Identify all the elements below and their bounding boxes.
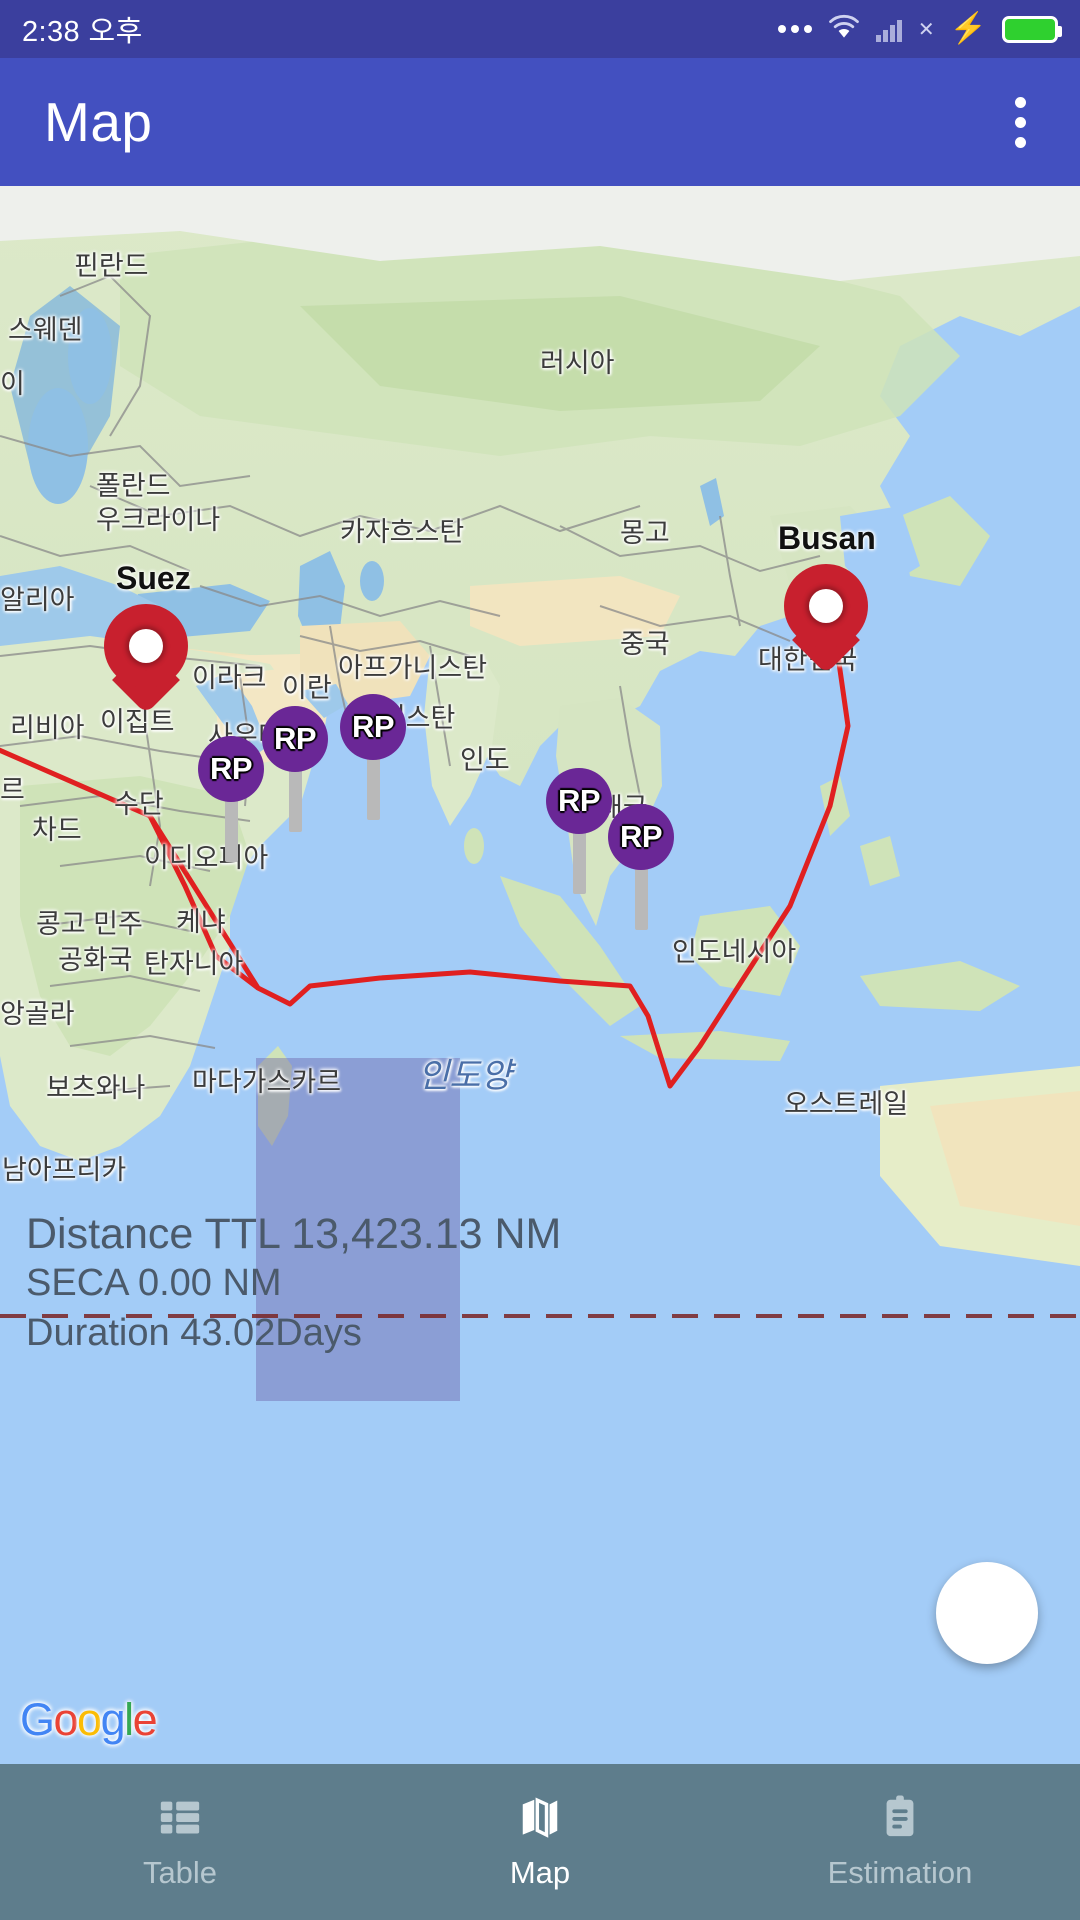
waypoint-label: RP: [262, 706, 328, 772]
nav-item-table[interactable]: Table: [0, 1764, 360, 1920]
pin-center-dot: [809, 589, 843, 623]
waypoint-label: RP: [340, 694, 406, 760]
google-logo: Google: [20, 1694, 158, 1746]
pin-label-busan: Busan: [778, 520, 876, 556]
nav-label-estimation: Estimation: [827, 1855, 973, 1890]
nav-label-table: Table: [142, 1855, 218, 1890]
google-logo-letter: o: [53, 1694, 79, 1745]
waypoint-label: RP: [546, 768, 612, 834]
google-logo-letter: G: [20, 1694, 55, 1745]
signal-icon: [875, 16, 902, 42]
google-logo-letter: l: [124, 1694, 134, 1745]
my-location-button[interactable]: [936, 1562, 1038, 1664]
voyage-duration: Duration 43.02Days: [26, 1311, 362, 1354]
bottom-navigation: Table Map Estimation: [0, 1764, 1080, 1920]
signal-x-icon: ✕: [917, 18, 935, 41]
map-pin-suez[interactable]: [104, 604, 188, 714]
map-pin-busan[interactable]: [784, 564, 868, 674]
waypoint-label: RP: [198, 736, 264, 802]
distance-total: Distance TTL 13,423.13 NM: [26, 1210, 562, 1258]
my-location-icon: [936, 1562, 1080, 1764]
table-list-icon: [156, 1793, 204, 1841]
nav-item-estimation[interactable]: Estimation: [720, 1764, 1080, 1920]
map-icon: [516, 1793, 564, 1841]
google-logo-letter: g: [100, 1694, 126, 1745]
pin-label-suez: Suez: [116, 560, 191, 596]
route-info-panel: Distance TTL 13,423.13 NM SECA 0.00 NM D…: [26, 1210, 561, 1358]
google-logo-letter: o: [77, 1694, 102, 1745]
battery-icon: [1002, 15, 1062, 43]
notification-dots-icon: [777, 25, 812, 33]
charging-bolt-icon: ⚡: [949, 12, 987, 45]
waypoint-label: RP: [608, 804, 674, 870]
app-bar: Map: [0, 58, 1080, 186]
wifi-icon: [827, 14, 861, 45]
overflow-menu-icon[interactable]: [1005, 87, 1036, 158]
page-title: Map: [44, 91, 153, 153]
status-icons: ✕ ⚡: [777, 12, 1062, 45]
google-logo-letter: e: [132, 1694, 158, 1745]
status-time: 2:38 오후: [22, 16, 143, 48]
map-geography: [0, 186, 1080, 1764]
seca-distance: SECA 0.00 NM: [26, 1262, 282, 1305]
app-root: 2:38 오후 ✕ ⚡ Map 핀란드 스웨덴 이 폴란드 우크라이나 러시아 …: [0, 0, 1080, 1920]
nav-item-map[interactable]: Map: [360, 1764, 720, 1920]
status-bar: 2:38 오후 ✕ ⚡: [0, 0, 1080, 58]
clipboard-icon: [876, 1793, 924, 1841]
map-canvas[interactable]: 핀란드 스웨덴 이 폴란드 우크라이나 러시아 카자흐스탄 몽고 중국 대한민국…: [0, 186, 1080, 1764]
nav-label-map: Map: [509, 1855, 571, 1890]
pin-center-dot: [129, 629, 163, 663]
